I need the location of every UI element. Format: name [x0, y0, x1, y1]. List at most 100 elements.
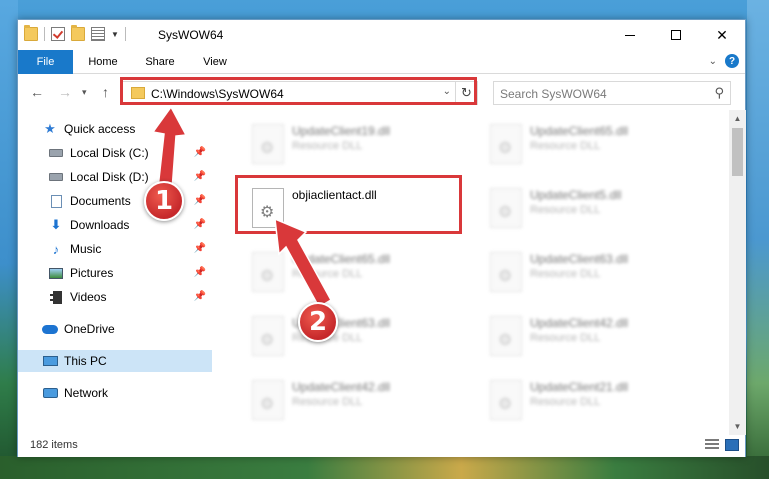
properties-icon[interactable]: [91, 27, 105, 41]
pin-icon[interactable]: 📌: [194, 219, 206, 230]
recent-locations-chevron-icon[interactable]: ▾: [82, 87, 87, 98]
file-item[interactable]: UpdateClient5.dll Resource DLL: [484, 180, 714, 236]
file-list: UpdateClient19.dll Resource DLL UpdateCl…: [228, 110, 728, 435]
file-name: UpdateClient65.dll: [530, 124, 629, 138]
pin-icon[interactable]: 📌: [194, 195, 206, 206]
file-item[interactable]: UpdateClient63.dll Resource DLL: [484, 244, 714, 300]
tab-share[interactable]: Share: [132, 50, 188, 74]
sidebar-item-network[interactable]: Network: [18, 382, 212, 404]
vertical-scrollbar[interactable]: ▲ ▼: [729, 110, 746, 435]
sidebar-item-onedrive[interactable]: OneDrive: [18, 318, 212, 340]
drive-icon: [48, 146, 64, 160]
maximize-button[interactable]: [653, 20, 699, 50]
pin-icon[interactable]: 📌: [194, 267, 206, 278]
onedrive-icon: [42, 322, 58, 336]
file-type: Resource DLL: [292, 140, 363, 152]
properties-check-icon[interactable]: [51, 27, 65, 41]
tab-view[interactable]: View: [190, 50, 240, 74]
new-folder-icon[interactable]: [71, 25, 85, 41]
file-item[interactable]: UpdateClient42.dll Resource DLL: [246, 372, 476, 428]
desktop-background-right: [747, 0, 769, 479]
address-bar-highlight: [120, 77, 477, 105]
file-item[interactable]: UpdateClient42.dll Resource DLL: [484, 308, 714, 364]
scroll-down-icon[interactable]: ▼: [729, 418, 746, 435]
step-1-marker: 1: [144, 181, 184, 221]
file-type: Resource DLL: [530, 204, 601, 216]
network-icon: [42, 386, 58, 400]
window-title: SysWOW64: [158, 28, 224, 42]
navigation-pane: ★ Quick access Local Disk (C:) 📌 Local D…: [18, 110, 212, 435]
scroll-up-icon[interactable]: ▲: [729, 110, 746, 127]
dll-file-icon: [490, 380, 522, 420]
sidebar-item-videos[interactable]: Videos 📌: [18, 286, 212, 308]
file-item[interactable]: UpdateClient19.dll Resource DLL: [246, 116, 476, 172]
file-item[interactable]: UpdateClient63.dll Resource DLL: [246, 308, 476, 364]
customize-toolbar-chevron-icon[interactable]: ▼: [111, 30, 119, 39]
maximize-icon: [671, 30, 681, 40]
forward-arrow-icon[interactable]: →: [58, 84, 72, 100]
sidebar-item-label: Documents: [70, 194, 131, 208]
file-item[interactable]: UpdateClient65.dll Resource DLL: [484, 116, 714, 172]
item-count: 182 items: [30, 439, 78, 451]
sidebar-item-label: Downloads: [70, 218, 130, 232]
close-button[interactable]: ✕: [699, 20, 745, 50]
tab-file[interactable]: File: [18, 50, 73, 74]
sidebar-item-local-disk-c[interactable]: Local Disk (C:) 📌: [18, 142, 212, 164]
file-type: Resource DLL: [530, 140, 601, 152]
minimize-icon: [625, 34, 635, 36]
dll-file-icon: [490, 188, 522, 228]
pin-icon[interactable]: 📌: [194, 171, 206, 182]
videos-icon: [48, 290, 64, 304]
this-pc-icon: [42, 354, 58, 368]
dll-file-icon: [252, 252, 284, 292]
large-icons-view-icon[interactable]: [725, 439, 739, 451]
sidebar-item-label: Pictures: [70, 266, 114, 280]
tab-home[interactable]: Home: [76, 50, 130, 74]
sidebar-item-quick-access[interactable]: ★ Quick access: [18, 118, 212, 140]
sidebar-item-label: Quick access: [64, 122, 136, 136]
file-name: UpdateClient42.dll: [530, 316, 629, 330]
pin-icon[interactable]: 📌: [194, 147, 206, 158]
help-icon[interactable]: ?: [725, 54, 739, 68]
desktop-background-left: [0, 0, 18, 479]
back-arrow-icon[interactable]: ←: [30, 84, 44, 100]
sidebar-item-pictures[interactable]: Pictures 📌: [18, 262, 212, 284]
file-item[interactable]: UpdateClient21.dll Resource DLL: [484, 372, 714, 428]
pin-icon[interactable]: 📌: [194, 291, 206, 302]
sidebar-item-label: This PC: [64, 354, 107, 368]
file-name: UpdateClient21.dll: [530, 380, 629, 394]
search-box[interactable]: Search SysWOW64 ⚲: [493, 81, 731, 105]
file-type: Resource DLL: [530, 332, 601, 344]
search-placeholder[interactable]: Search SysWOW64: [500, 87, 607, 101]
sidebar-item-downloads[interactable]: ⬇ Downloads 📌: [18, 214, 212, 236]
expand-ribbon-chevron-icon[interactable]: ⌄: [709, 56, 717, 67]
search-icon[interactable]: ⚲: [714, 85, 724, 101]
documents-icon: [48, 194, 64, 208]
file-name: UpdateClient42.dll: [292, 380, 391, 394]
pictures-icon: [48, 266, 64, 280]
file-name: UpdateClient65.dll: [292, 252, 391, 266]
sidebar-item-this-pc[interactable]: This PC: [18, 350, 212, 372]
dll-file-icon: [490, 124, 522, 164]
minimize-button[interactable]: [607, 20, 653, 50]
sidebar-item-label: Local Disk (D:): [70, 170, 149, 184]
up-arrow-icon[interactable]: ↑: [102, 84, 109, 100]
ribbon-tabs: File Home Share View ⌄ ?: [18, 50, 745, 74]
details-view-icon[interactable]: [705, 439, 719, 451]
file-type: Resource DLL: [530, 268, 601, 280]
sidebar-item-music[interactable]: ♪ Music 📌: [18, 238, 212, 260]
file-item[interactable]: UpdateClient65.dll Resource DLL: [246, 244, 476, 300]
view-switcher: [705, 439, 739, 451]
sidebar-item-local-disk-d[interactable]: Local Disk (D:) 📌: [18, 166, 212, 188]
file-type: Resource DLL: [292, 396, 363, 408]
dll-file-icon: [490, 252, 522, 292]
pin-icon[interactable]: 📌: [194, 243, 206, 254]
step-2-marker: 2: [298, 302, 338, 342]
close-icon: ✕: [716, 26, 728, 43]
sidebar-item-label: Network: [64, 386, 109, 400]
toolbar-separator: [124, 27, 126, 41]
folder-icon: [24, 25, 38, 41]
sidebar-item-label: Local Disk (C:): [70, 146, 149, 160]
sidebar-item-label: Music: [70, 242, 102, 256]
scrollbar-thumb[interactable]: [732, 128, 743, 176]
